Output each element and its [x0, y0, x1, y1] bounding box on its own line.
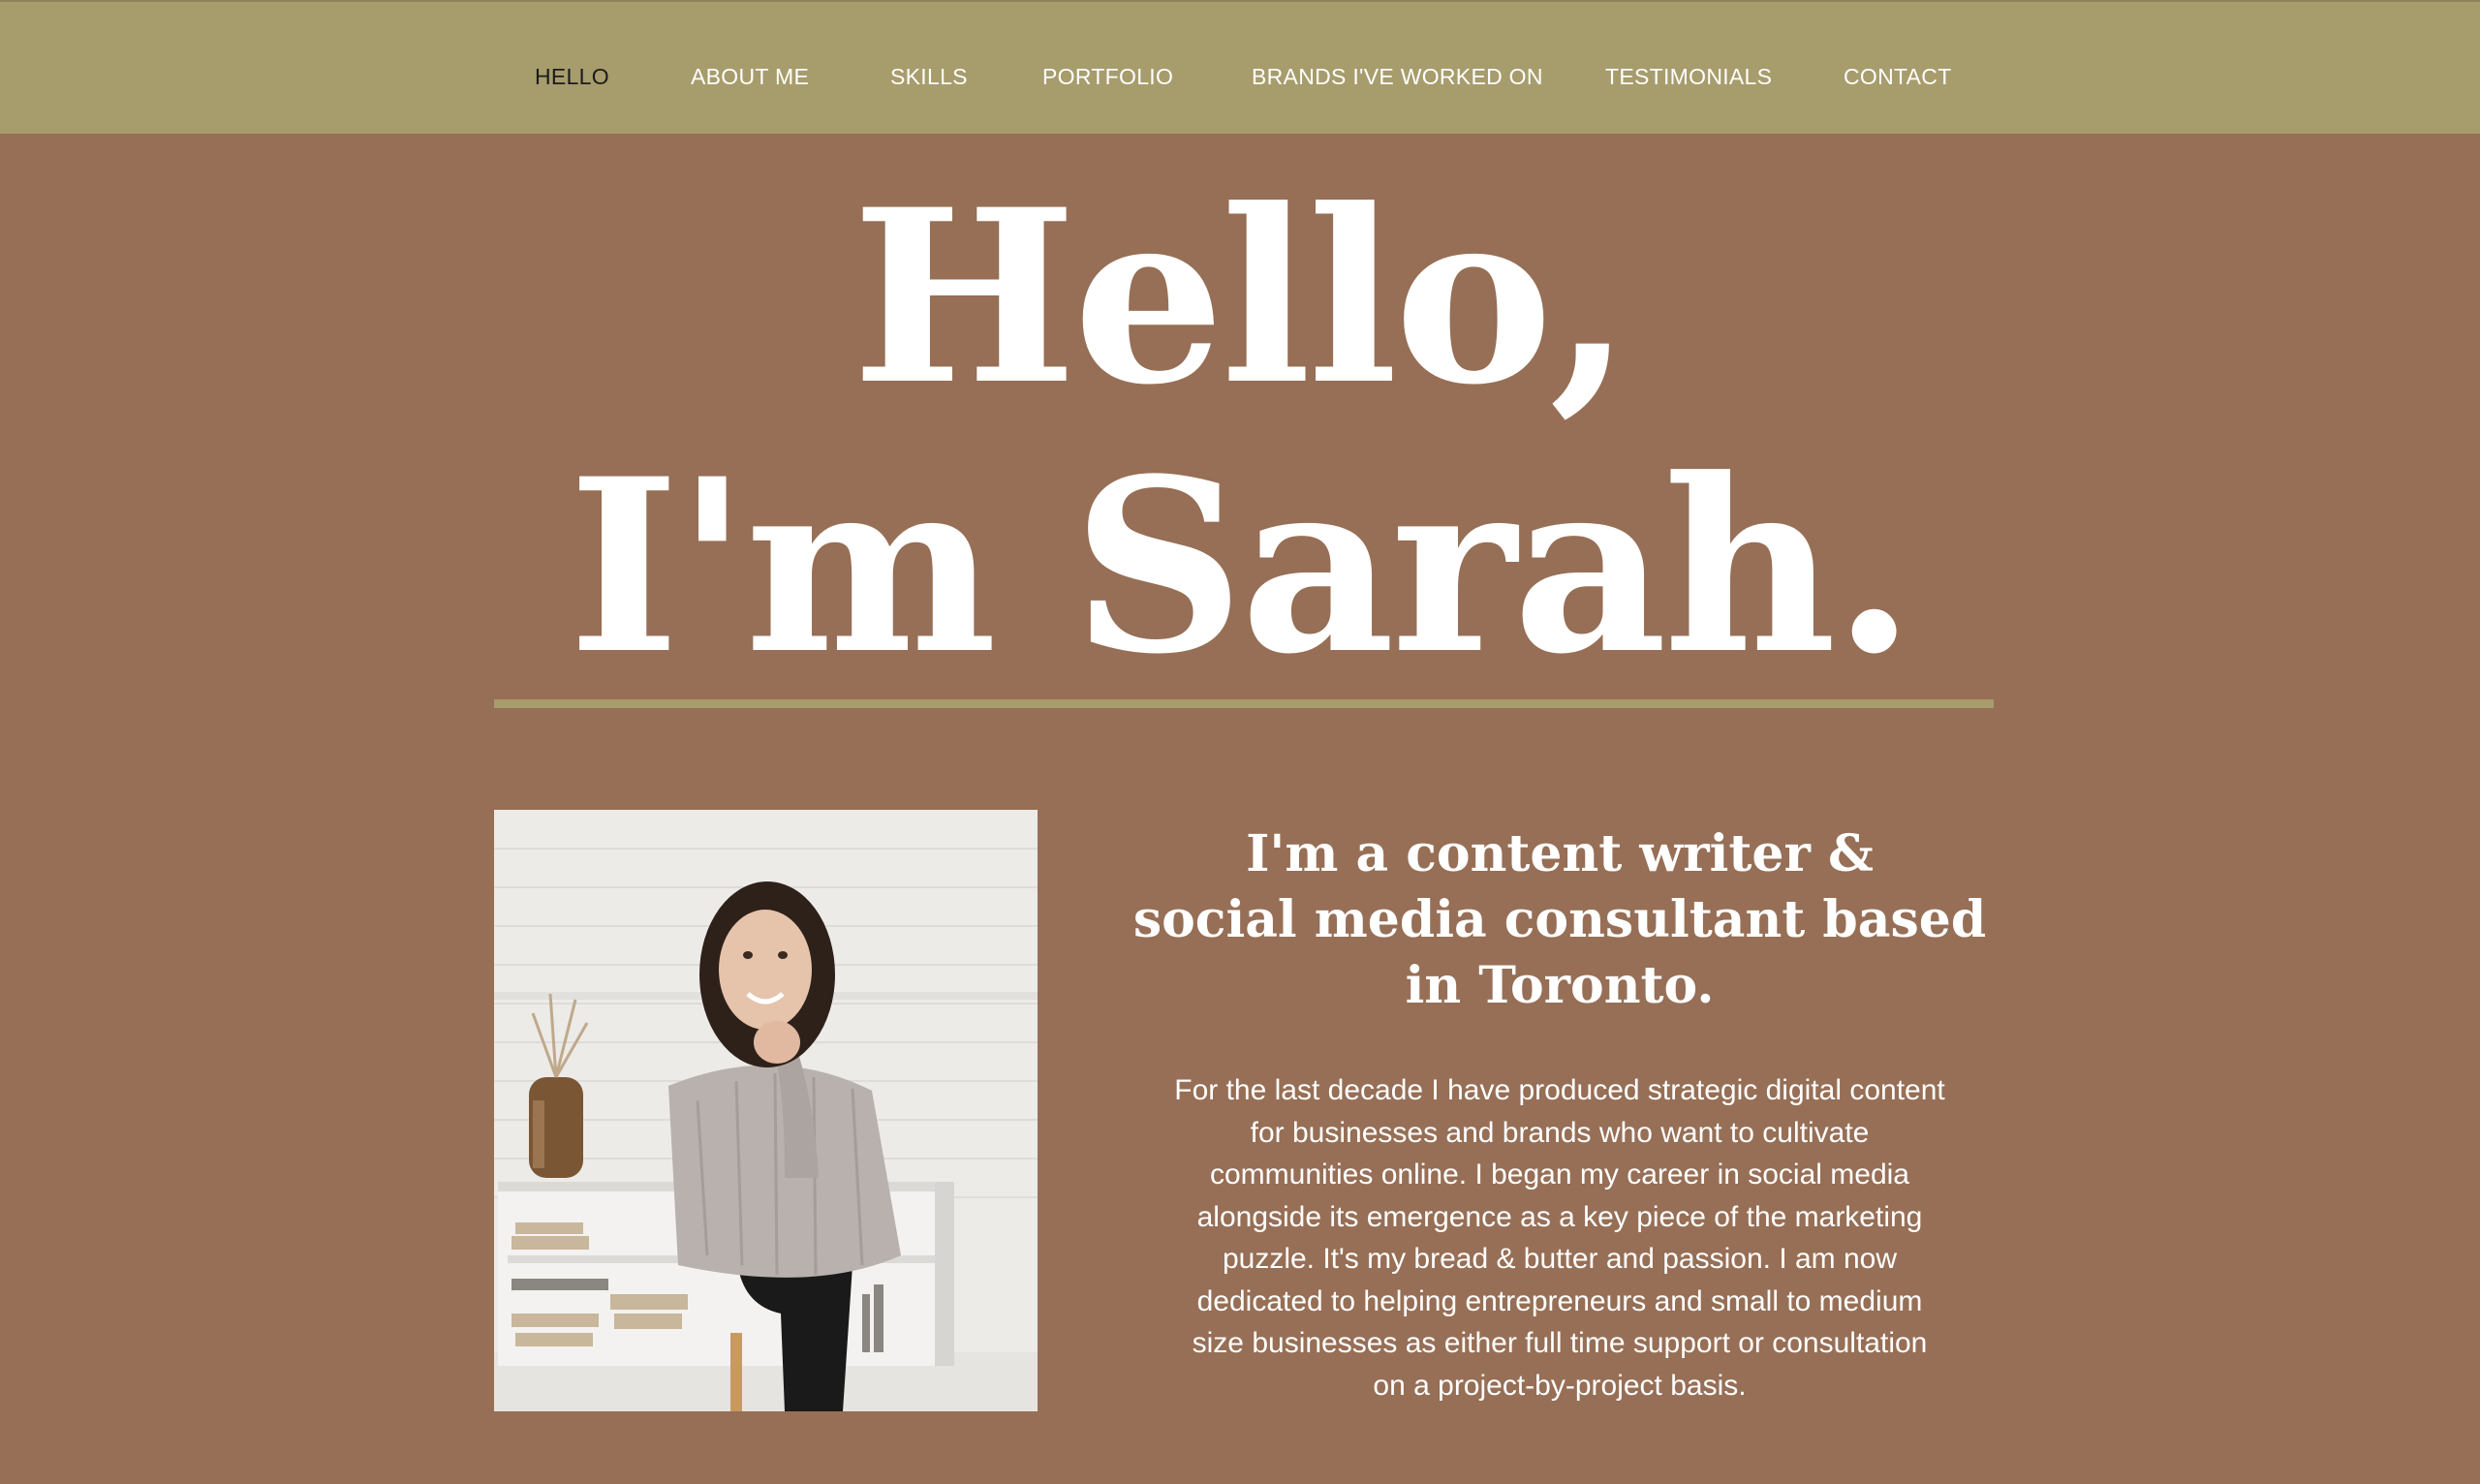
nav-item-skills[interactable]: SKILLS: [890, 62, 968, 91]
portrait-photo: [494, 810, 1038, 1411]
nav-item-contact[interactable]: CONTACT: [1844, 62, 1952, 91]
nav-item-hello[interactable]: HELLO: [535, 62, 609, 91]
hero-greeting: Hello,: [852, 158, 1632, 438]
about-tagline: I'm a content writer & social media cons…: [1124, 821, 1996, 1019]
main-nav: HELLO ABOUT ME SKILLS PORTFOLIO BRANDS I…: [0, 0, 2480, 134]
hero-divider: [494, 699, 1994, 708]
tagline-line: I'm a content writer &: [1246, 824, 1874, 883]
about-bio: For the last decade I have produced stra…: [1174, 1074, 1945, 1402]
tagline-line: in Toronto.: [1405, 956, 1715, 1015]
nav-item-brands[interactable]: BRANDS I'VE WORKED ON: [1252, 62, 1543, 91]
hero-name: I'm Sarah.: [568, 427, 1916, 707]
nav-item-about-me[interactable]: ABOUT ME: [691, 62, 809, 91]
nav-item-portfolio[interactable]: PORTFOLIO: [1042, 62, 1173, 91]
tagline-line: social media consultant based: [1132, 890, 1987, 949]
nav-item-testimonials[interactable]: TESTIMONIALS: [1605, 62, 1772, 91]
